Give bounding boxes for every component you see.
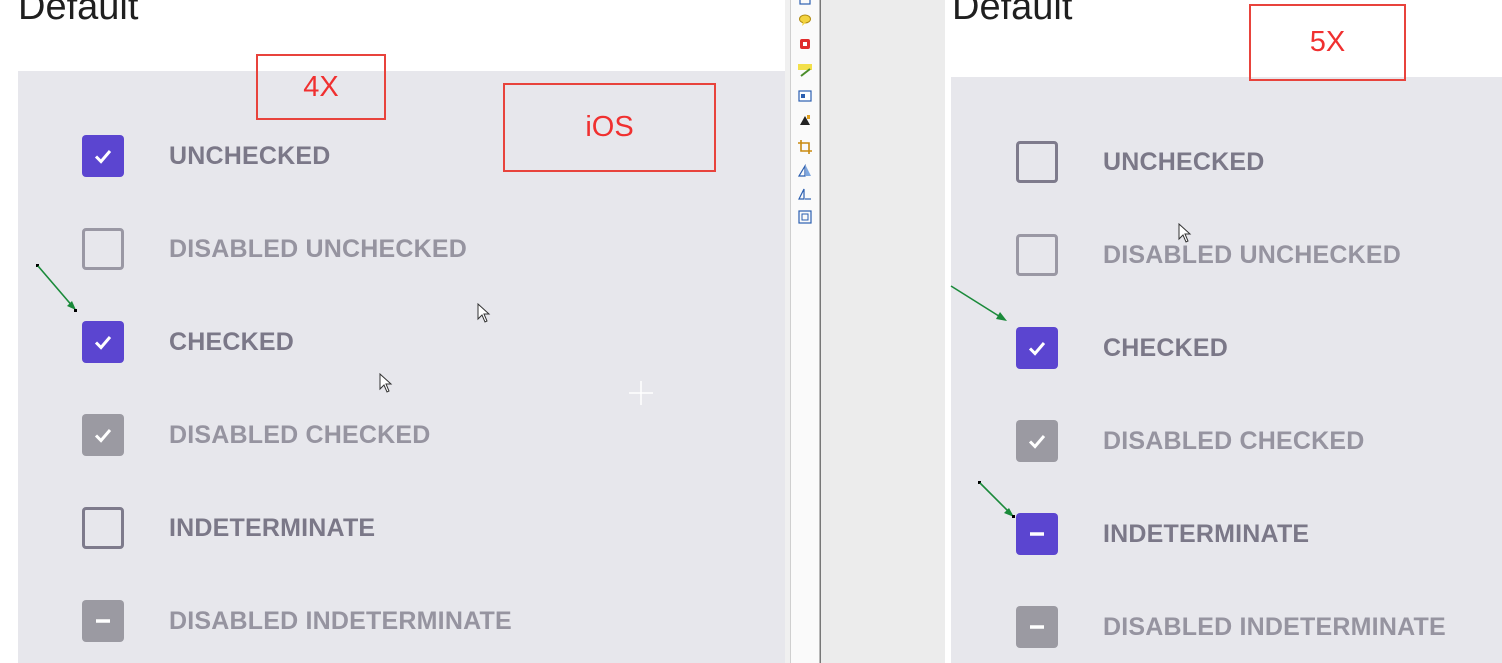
gap-strip bbox=[820, 0, 945, 663]
right-panel: Default UNCHECKED DISABLED UNCHECKED CHE… bbox=[945, 0, 1502, 663]
minus-icon bbox=[96, 619, 110, 623]
checkbox-row: DISABLED INDETERMINATE bbox=[1016, 606, 1446, 648]
stamp-icon[interactable] bbox=[798, 0, 812, 7]
annotation-arrow bbox=[978, 481, 1015, 518]
checkbox-disabled bbox=[82, 228, 124, 270]
checkbox-row: DISABLED CHECKED bbox=[1016, 420, 1365, 462]
rotate-icon[interactable] bbox=[798, 187, 812, 201]
annotation-toolbar bbox=[790, 0, 820, 663]
red-box-icon[interactable] bbox=[798, 37, 812, 51]
checkbox-row[interactable]: INDETERMINATE bbox=[82, 507, 375, 549]
checkbox-row[interactable]: CHECKED bbox=[82, 321, 294, 363]
checkbox-disabled bbox=[1016, 234, 1058, 276]
checkbox-label: INDETERMINATE bbox=[169, 513, 376, 542]
annotation-box: 4X bbox=[256, 54, 386, 120]
checkbox-row: DISABLED UNCHECKED bbox=[82, 228, 467, 270]
annotation-box: 5X bbox=[1249, 4, 1406, 81]
checkbox-row: DISABLED INDETERMINATE bbox=[82, 600, 512, 642]
checkbox-label: DISABLED CHECKED bbox=[169, 420, 431, 449]
check-icon bbox=[1028, 435, 1046, 449]
checkbox-disabled bbox=[82, 414, 124, 456]
check-icon bbox=[94, 150, 112, 164]
checkbox[interactable] bbox=[1016, 513, 1058, 555]
checkbox-label: INDETERMINATE bbox=[1103, 519, 1310, 548]
checkbox-row: DISABLED UNCHECKED bbox=[1016, 234, 1401, 276]
checkbox[interactable] bbox=[1016, 141, 1058, 183]
checkbox-label: UNCHECKED bbox=[1103, 147, 1265, 176]
check-icon bbox=[94, 336, 112, 350]
checkbox-row[interactable]: UNCHECKED bbox=[1016, 141, 1265, 183]
annotation-arrow bbox=[950, 285, 1007, 321]
check-icon bbox=[94, 429, 112, 443]
checkbox-disabled bbox=[1016, 606, 1058, 648]
mouse-cursor-icon bbox=[1178, 223, 1192, 243]
minus-icon bbox=[1030, 625, 1044, 629]
checkbox-disabled bbox=[82, 600, 124, 642]
check-icon bbox=[1028, 342, 1046, 356]
left-panel: Default UNCHECKED DISABLED UNCHECKED CHE… bbox=[0, 0, 785, 663]
crop-icon[interactable] bbox=[798, 140, 812, 154]
callout-icon[interactable] bbox=[798, 13, 812, 27]
frame-icon[interactable] bbox=[798, 210, 812, 224]
checkbox-disabled bbox=[1016, 420, 1058, 462]
checkbox-row: DISABLED CHECKED bbox=[82, 414, 431, 456]
checkbox-label: CHECKED bbox=[1103, 333, 1229, 362]
checkbox-label: DISABLED UNCHECKED bbox=[169, 234, 468, 263]
checkbox-label: DISABLED CHECKED bbox=[1103, 426, 1365, 455]
page-title: Default bbox=[18, 0, 139, 28]
checkbox-label: CHECKED bbox=[169, 327, 295, 356]
minus-icon bbox=[1030, 532, 1044, 536]
checkbox-row[interactable]: CHECKED bbox=[1016, 327, 1228, 369]
fill-icon[interactable] bbox=[798, 113, 812, 127]
checkbox-label: UNCHECKED bbox=[169, 141, 331, 170]
checkbox[interactable] bbox=[1016, 327, 1058, 369]
checkbox[interactable] bbox=[82, 135, 124, 177]
checkbox-label: DISABLED INDETERMINATE bbox=[169, 606, 512, 635]
checkbox[interactable] bbox=[82, 507, 124, 549]
mouse-cursor-icon bbox=[477, 303, 491, 323]
spellcheck-icon[interactable] bbox=[798, 64, 812, 78]
checkbox-label: DISABLED INDETERMINATE bbox=[1103, 612, 1446, 641]
checkbox[interactable] bbox=[82, 321, 124, 363]
mouse-cursor-icon bbox=[379, 373, 393, 393]
annotation-arrow bbox=[36, 264, 77, 312]
annotation-box: iOS bbox=[503, 83, 716, 172]
checkbox-row[interactable]: INDETERMINATE bbox=[1016, 513, 1309, 555]
image-icon[interactable] bbox=[798, 89, 812, 103]
page-title: Default bbox=[952, 0, 1073, 28]
checkbox-row[interactable]: UNCHECKED bbox=[82, 135, 331, 177]
flip-icon[interactable] bbox=[798, 164, 812, 178]
crosshair-icon bbox=[629, 381, 653, 405]
checkbox-label: DISABLED UNCHECKED bbox=[1103, 240, 1402, 269]
